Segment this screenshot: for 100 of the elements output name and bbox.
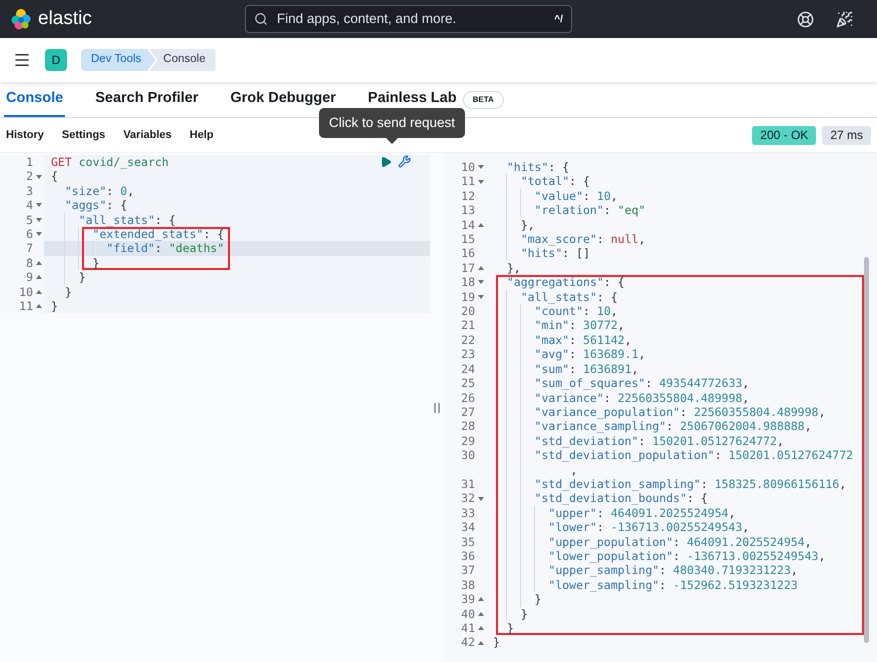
party-popper-icon[interactable] bbox=[836, 10, 853, 28]
code-line: "extended_stats": { bbox=[92, 227, 224, 242]
code-line: "aggregations": { bbox=[506, 275, 625, 290]
code-line: "total": { bbox=[520, 174, 590, 189]
tooltip-pointer bbox=[386, 138, 398, 144]
code-line: "avg": 163689.1, bbox=[534, 347, 646, 362]
code-line: "upper": 464091.2025524954, bbox=[547, 506, 736, 520]
code-line: } bbox=[506, 620, 514, 636]
wrench-icon[interactable] bbox=[398, 155, 411, 168]
caret-down-icon[interactable] bbox=[36, 203, 42, 208]
code-line: } bbox=[493, 635, 500, 650]
avatar[interactable]: D bbox=[45, 49, 67, 71]
code-line: "max_score": null, bbox=[520, 232, 646, 246]
line-number: 41 bbox=[461, 620, 475, 636]
beta-badge: BETA bbox=[462, 90, 504, 108]
code-line: { bbox=[51, 169, 58, 184]
code-line: "all_stats": { bbox=[78, 212, 176, 228]
code-line: "field": "deaths" bbox=[105, 241, 224, 256]
caret-up-icon[interactable] bbox=[478, 597, 484, 602]
line-number: 21 bbox=[461, 318, 475, 333]
search-input[interactable]: Find apps, content, and more. bbox=[276, 8, 554, 30]
code-line: "upper_sampling": 480340.7193231223, bbox=[547, 563, 798, 578]
line-number: 35 bbox=[461, 534, 475, 549]
code-line: "std_deviation_sampling": 158325.80966156116, bbox=[534, 476, 846, 492]
line-number: 34 bbox=[461, 520, 475, 535]
caret-down-icon[interactable] bbox=[478, 180, 484, 184]
time-badge: 27 ms bbox=[822, 126, 871, 144]
line-number: 29 bbox=[461, 434, 475, 448]
line-number: 3 bbox=[26, 184, 33, 198]
caret-up-icon[interactable] bbox=[478, 626, 484, 630]
line-number: 32 bbox=[461, 491, 475, 506]
code-line: "variance_population": 22560355804.489998, bbox=[534, 404, 826, 420]
caret-up-icon[interactable] bbox=[36, 290, 42, 294]
code-line: } bbox=[51, 299, 58, 314]
line-number: 16 bbox=[461, 246, 475, 261]
code-line: } bbox=[78, 270, 86, 285]
menu-item[interactable]: Settings bbox=[62, 126, 106, 144]
search-icon bbox=[254, 12, 268, 26]
code-line: "hits": { bbox=[506, 160, 570, 174]
help-icon[interactable] bbox=[797, 10, 814, 28]
breadcrumb[interactable]: Console bbox=[149, 49, 216, 71]
caret-down-icon[interactable] bbox=[36, 218, 42, 222]
menu-item[interactable]: History bbox=[6, 126, 44, 144]
caret-down-icon[interactable] bbox=[478, 280, 484, 284]
line-number: 19 bbox=[461, 290, 475, 304]
caret-down-icon[interactable] bbox=[478, 165, 484, 170]
code-line: } bbox=[520, 606, 528, 621]
caret-up-icon[interactable] bbox=[36, 275, 42, 280]
line-number: 15 bbox=[461, 232, 475, 246]
code-line: "size": 0, bbox=[64, 184, 134, 198]
code-line: } bbox=[92, 256, 100, 270]
caret-up-icon[interactable] bbox=[36, 261, 42, 266]
line-number: 14 bbox=[461, 218, 475, 232]
tab[interactable]: Console bbox=[4, 82, 66, 117]
line-number: 12 bbox=[461, 188, 475, 204]
line-number: 13 bbox=[461, 203, 475, 218]
caret-up-icon[interactable] bbox=[478, 222, 484, 227]
breadcrumb[interactable]: Dev Tools bbox=[81, 49, 156, 71]
line-number: 37 bbox=[461, 563, 475, 578]
caret-up-icon[interactable] bbox=[478, 266, 484, 270]
line-number: 1 bbox=[26, 155, 33, 170]
code-line: } bbox=[64, 284, 72, 300]
caret-down-icon[interactable] bbox=[478, 294, 484, 299]
tab[interactable]: Search Profiler bbox=[93, 82, 200, 117]
code-line: "aggs": { bbox=[64, 198, 128, 213]
code-line: }, bbox=[506, 260, 521, 276]
caret-up-icon[interactable] bbox=[478, 640, 484, 645]
line-number: 42 bbox=[461, 635, 475, 650]
code-line: , bbox=[570, 462, 578, 477]
caret-up-icon[interactable] bbox=[478, 612, 484, 616]
caret-up-icon[interactable] bbox=[36, 304, 42, 308]
caret-down-icon[interactable] bbox=[36, 174, 42, 179]
line-number: 27 bbox=[461, 404, 475, 420]
line-number: 30 bbox=[461, 448, 475, 463]
caret-down-icon[interactable] bbox=[478, 496, 484, 501]
code-line: GET covid/_search bbox=[51, 155, 169, 170]
caret-down-icon[interactable] bbox=[36, 232, 42, 236]
menu-item[interactable]: Variables bbox=[123, 126, 172, 144]
menu-item[interactable]: Help bbox=[190, 126, 214, 144]
code-line: "sum_of_squares": 493544772633, bbox=[534, 376, 750, 390]
play-icon[interactable] bbox=[380, 156, 392, 168]
line-number: 23 bbox=[461, 347, 475, 362]
scrollbar-thumb[interactable] bbox=[864, 257, 869, 643]
logo-icon[interactable] bbox=[10, 8, 32, 30]
menu-icon[interactable] bbox=[13, 51, 31, 69]
line-number: 8 bbox=[26, 256, 33, 270]
code-line: "value": 10, bbox=[534, 188, 618, 204]
line-number: 5 bbox=[26, 212, 33, 228]
search-field[interactable]: Find apps, content, and more. ^/ bbox=[244, 5, 572, 33]
line-number: 11 bbox=[461, 174, 475, 189]
status-badge: 200 - OK bbox=[752, 126, 816, 144]
code-line: "hits": [] bbox=[520, 246, 590, 261]
shortcut-hint: ^/ bbox=[554, 12, 563, 26]
resize-handle[interactable] bbox=[434, 402, 440, 412]
line-number: 10 bbox=[461, 160, 475, 174]
code-line: "max": 561142, bbox=[534, 332, 632, 348]
code-line: "upper_population": 464091.2025524954, bbox=[547, 534, 812, 549]
line-number: 26 bbox=[461, 390, 475, 405]
line-number: 7 bbox=[26, 241, 33, 256]
line-number: 28 bbox=[461, 419, 475, 434]
